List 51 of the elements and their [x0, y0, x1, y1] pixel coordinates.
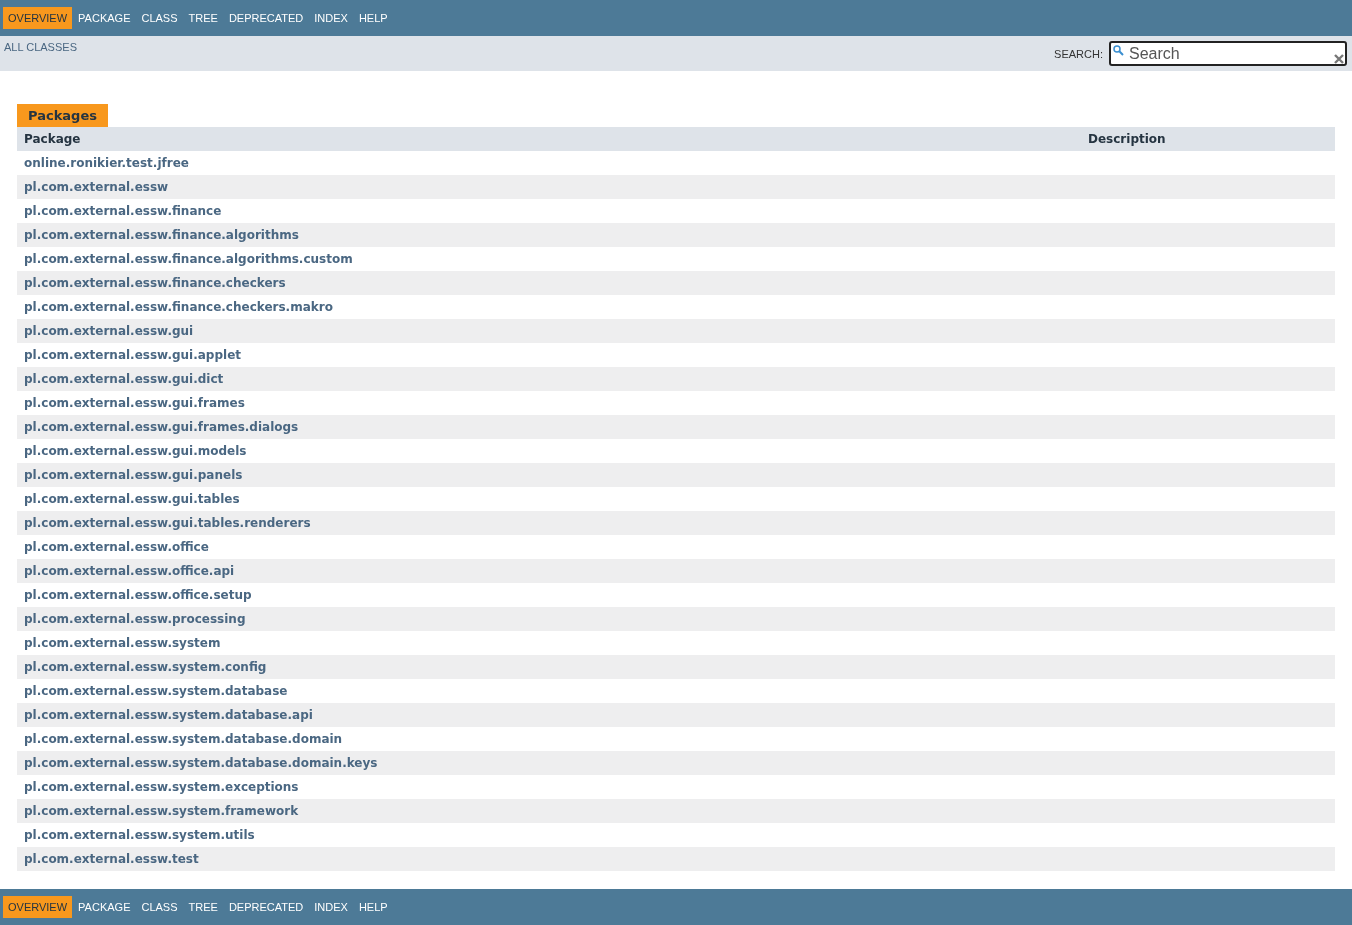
- nav-link[interactable]: HELP: [353, 7, 393, 29]
- package-name-link[interactable]: pl.com.external.essw.system.database.api: [24, 708, 313, 722]
- package-name-link[interactable]: pl.com.external.essw.test: [24, 852, 199, 866]
- package-name-link[interactable]: pl.com.external.essw.system.database: [24, 684, 288, 698]
- package-name-link[interactable]: pl.com.external.essw.system.database.domain: [24, 732, 343, 746]
- table-caption: Packages: [17, 104, 108, 127]
- nav-link[interactable]: INDEX: [309, 896, 353, 918]
- clear-icon[interactable]: [1334, 54, 1344, 64]
- package-name-link[interactable]: pl.com.external.essw.office: [24, 540, 209, 554]
- package-name-link[interactable]: online.ronikier.test.jfree: [24, 156, 189, 170]
- package-name-link[interactable]: pl.com.external.essw.office.api: [24, 564, 235, 578]
- package-name-link[interactable]: pl.com.external.essw.processing: [24, 612, 246, 626]
- package-name-link[interactable]: pl.com.external.essw.finance.checkers: [24, 276, 286, 290]
- package-name-link[interactable]: pl.com.external.essw.system.utils: [24, 828, 255, 842]
- package-name-link[interactable]: pl.com.external.essw.system.config: [24, 660, 267, 674]
- package-name-link[interactable]: pl.com.external.essw.office.setup: [24, 588, 252, 602]
- nav-link[interactable]: DEPRECATED: [223, 7, 309, 29]
- package-name-link[interactable]: pl.com.external.essw.system.database.domain.keys: [24, 756, 378, 770]
- search-field[interactable]: Search: [1109, 41, 1347, 66]
- package-name-link[interactable]: pl.com.external.essw.gui.panels: [24, 468, 243, 482]
- package-name-link[interactable]: pl.com.external.essw.finance.algorithms.custom: [24, 252, 353, 266]
- package-name-link[interactable]: pl.com.external.essw.gui.dict: [24, 372, 224, 386]
- column-header: Description: [1081, 127, 1335, 151]
- package-name-link[interactable]: pl.com.external.essw.gui.tables.renderers: [24, 516, 311, 530]
- package-name-link[interactable]: pl.com.external.essw.gui.models: [24, 444, 247, 458]
- package-name-link[interactable]: pl.com.external.essw.gui.applet: [24, 348, 242, 362]
- search-label: SEARCH:: [1054, 47, 1103, 60]
- nav-link[interactable]: TREE: [183, 7, 223, 29]
- nav-link[interactable]: TREE: [183, 896, 223, 918]
- package-name-link[interactable]: pl.com.external.essw.system: [24, 636, 221, 650]
- package-name-link[interactable]: pl.com.external.essw.finance.checkers.makro: [24, 300, 333, 314]
- nav-link[interactable]: PACKAGE: [73, 896, 136, 918]
- nav-link[interactable]: INDEX: [309, 7, 353, 29]
- package-name-link[interactable]: pl.com.external.essw.system.exceptions: [24, 780, 299, 794]
- package-name-link[interactable]: pl.com.external.essw: [24, 180, 169, 194]
- package-name-link[interactable]: pl.com.external.essw.system.framework: [24, 804, 299, 818]
- nav-link[interactable]: HELP: [353, 896, 393, 918]
- nav-link[interactable]: OVERVIEW: [3, 7, 73, 29]
- package-name-link[interactable]: pl.com.external.essw.finance.algorithms: [24, 228, 299, 242]
- nav-link[interactable]: OVERVIEW: [3, 896, 73, 918]
- nav-link[interactable]: PACKAGE: [73, 7, 136, 29]
- nav-link[interactable]: CLASS: [136, 7, 183, 29]
- nav-link[interactable]: CLASS: [136, 896, 183, 918]
- package-name-link[interactable]: pl.com.external.essw.gui.frames: [24, 396, 245, 410]
- package-name-link[interactable]: pl.com.external.essw.finance: [24, 204, 222, 218]
- column-header: Package: [17, 127, 1081, 151]
- package-name-link[interactable]: pl.com.external.essw.gui: [24, 324, 194, 338]
- package-name-link[interactable]: pl.com.external.essw.gui.tables: [24, 492, 240, 506]
- package-name-link[interactable]: pl.com.external.essw.gui.frames.dialogs: [24, 420, 299, 434]
- all-classes-link[interactable]: ALL CLASSES: [4, 41, 77, 71]
- nav-link[interactable]: DEPRECATED: [223, 896, 309, 918]
